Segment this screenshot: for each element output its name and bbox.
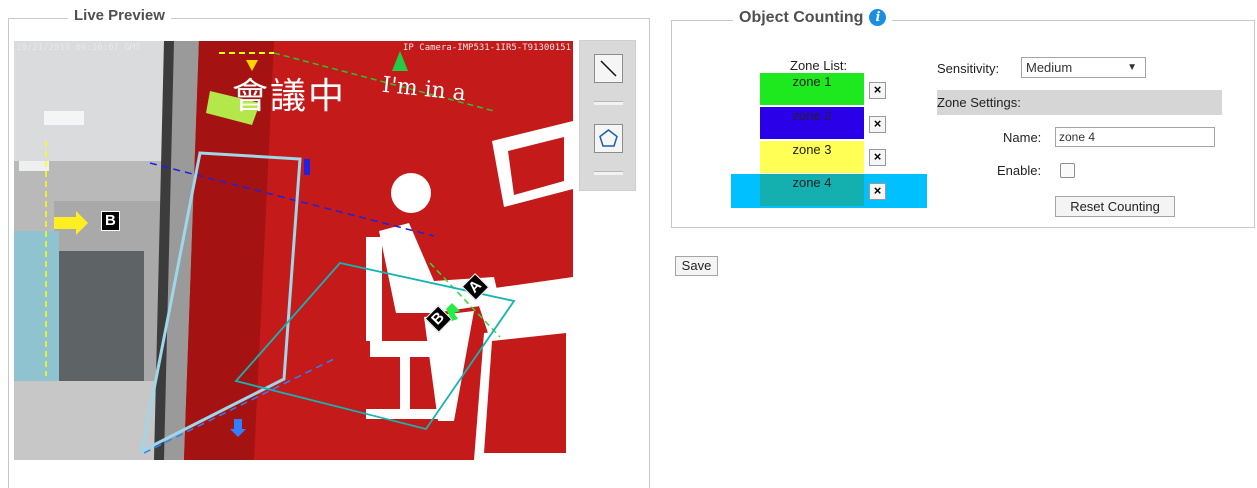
remove-zone-1-button[interactable]: ×: [869, 82, 886, 99]
zone-list-label: Zone List:: [790, 58, 848, 73]
object-counting-title: Object Counting i: [733, 9, 893, 27]
tool-separator: [594, 101, 623, 105]
sensitivity-label: Sensitivity:: [937, 61, 1000, 76]
save-button[interactable]: Save: [675, 256, 718, 276]
sensitivity-value: Medium: [1026, 60, 1073, 75]
sensitivity-select[interactable]: Medium ▼: [1021, 57, 1146, 78]
direction-tag-b-left: B: [101, 211, 120, 231]
reset-counting-button[interactable]: Reset Counting: [1055, 196, 1175, 217]
remove-zone-3-button[interactable]: ×: [869, 149, 886, 166]
camera-video-feed[interactable]: 10/21/2019 09:16:07 GMT IP Camera-IMP531…: [14, 41, 573, 460]
sign-text: 會議中: [232, 76, 347, 117]
object-counting-title-text: Object Counting: [739, 9, 864, 26]
zone-name-input[interactable]: zone 4: [1055, 127, 1215, 147]
zone-item-3[interactable]: zone 3: [760, 141, 864, 173]
remove-zone-4-button[interactable]: ×: [869, 183, 886, 200]
video-camera-label: IP Camera-IMP531-1IR5-T91300151: [403, 43, 571, 53]
polygon-tool-button[interactable]: [594, 124, 623, 153]
drawing-tools-panel: [579, 40, 636, 191]
tool-separator: [594, 171, 623, 175]
enable-checkbox[interactable]: [1060, 163, 1075, 178]
line-tool-button[interactable]: [594, 54, 623, 83]
zone-item-1[interactable]: zone 1: [760, 73, 864, 105]
info-icon[interactable]: i: [869, 9, 887, 26]
pentagon-icon: [599, 129, 618, 147]
enable-label: Enable:: [997, 163, 1042, 178]
remove-zone-2-button[interactable]: ×: [869, 116, 886, 133]
zone-item-4[interactable]: zone 4: [760, 174, 864, 206]
zone-item-2[interactable]: zone 2: [760, 107, 864, 139]
zone-settings-label: Zone Settings:: [937, 95, 1021, 110]
video-timestamp: 10/21/2019 09:16:07 GMT: [16, 43, 141, 53]
zone-settings-header: Zone Settings:: [937, 90, 1222, 115]
live-preview-title: Live Preview: [68, 7, 171, 24]
line-icon: [600, 60, 617, 77]
name-label: Name:: [1003, 130, 1042, 145]
dropdown-arrow-icon: ▼: [1127, 62, 1137, 73]
